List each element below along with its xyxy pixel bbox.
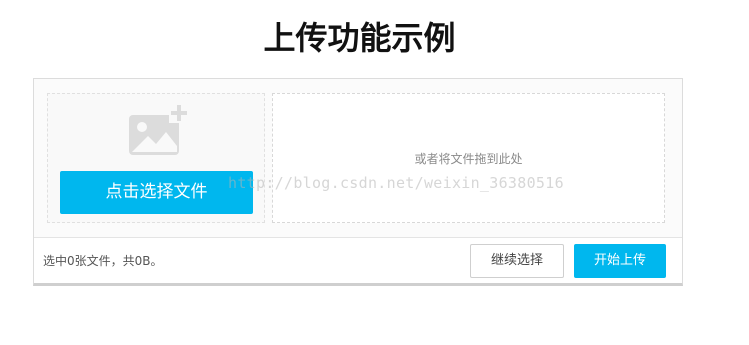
start-upload-button[interactable]: 开始上传 [574,244,666,278]
selection-status: 选中0张文件，共0B。 [43,254,163,268]
upload-area: 点击选择文件 或者将文件拖到此处 http://blog.csdn.net/we… [34,79,682,237]
drop-zone[interactable]: 或者将文件拖到此处 [272,93,665,223]
continue-select-button[interactable]: 继续选择 [470,244,564,278]
watermark-text: http://blog.csdn.net/weixin_36380516 [228,174,564,192]
uploader-panel: 点击选择文件 或者将文件拖到此处 http://blog.csdn.net/we… [33,78,683,286]
file-picker-box[interactable]: 点击选择文件 [47,93,265,223]
status-bar: 选中0张文件，共0B。 继续选择 开始上传 [34,237,682,283]
drop-hint: 或者将文件拖到此处 [414,152,523,166]
page-title: 上传功能示例 [263,19,456,57]
pick-files-button[interactable]: 点击选择文件 [60,171,253,214]
image-add-icon [129,103,189,155]
